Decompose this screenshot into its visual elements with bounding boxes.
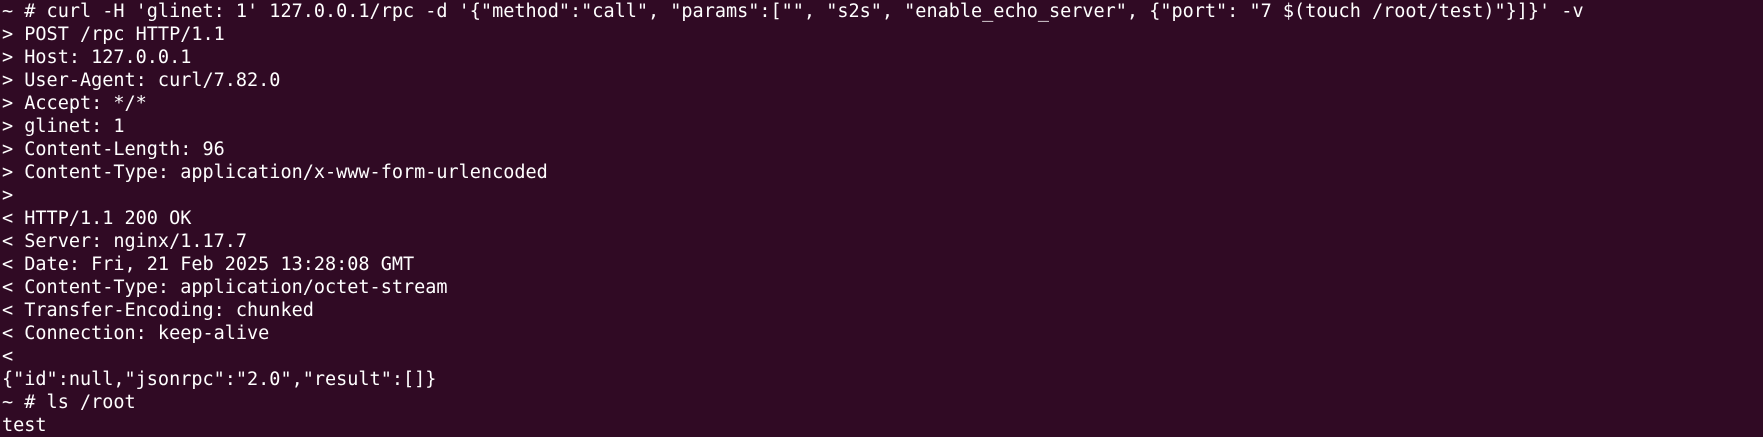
- request-header-user-agent: > User-Agent: curl/7.82.0: [2, 70, 281, 91]
- ls-output-line: test: [2, 415, 47, 436]
- response-header-transfer-encoding: < Transfer-Encoding: chunked: [2, 300, 314, 321]
- response-header-connection: < Connection: keep-alive: [2, 323, 270, 344]
- response-header-server: < Server: nginx/1.17.7: [2, 231, 248, 252]
- request-header-accept: > Accept: */*: [2, 93, 147, 114]
- command-curl-line: ~ # curl -H 'glinet: 1' 127.0.0.1/rpc -d…: [2, 1, 1584, 22]
- response-status-line: < HTTP/1.1 200 OK: [2, 208, 192, 229]
- response-header-content-type: < Content-Type: application/octet-stream: [2, 277, 448, 298]
- request-line: > POST /rpc HTTP/1.1: [2, 24, 225, 45]
- request-header-glinet: > glinet: 1: [2, 116, 125, 137]
- response-end-marker: <: [2, 346, 14, 367]
- response-header-date: < Date: Fri, 21 Feb 2025 13:28:08 GMT: [2, 254, 415, 275]
- request-header-content-length: > Content-Length: 96: [2, 139, 225, 160]
- request-end-marker: >: [2, 185, 14, 206]
- command-ls-line: ~ # ls /root: [2, 392, 136, 413]
- response-body: {"id":null,"jsonrpc":"2.0","result":[]}: [2, 369, 437, 390]
- request-header-content-type: > Content-Type: application/x-www-form-u…: [2, 162, 548, 183]
- request-header-host: > Host: 127.0.0.1: [2, 47, 192, 68]
- terminal-window[interactable]: ~ # curl -H 'glinet: 1' 127.0.0.1/rpc -d…: [0, 0, 1763, 437]
